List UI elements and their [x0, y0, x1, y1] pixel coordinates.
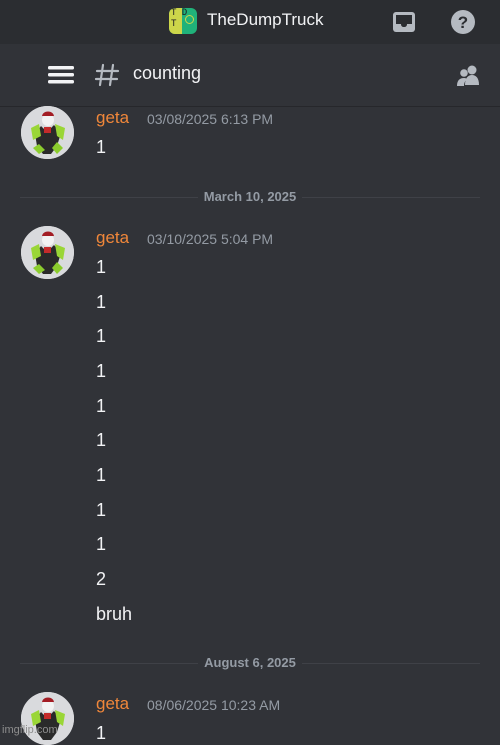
message-text: 1 — [96, 500, 107, 520]
watermark: imgflip.com — [2, 724, 58, 736]
avatar[interactable] — [21, 226, 74, 279]
message-text: 1 — [96, 430, 107, 450]
channel-hash-icon — [94, 62, 120, 92]
channel-header: counting — [0, 44, 500, 107]
server-icon[interactable]: T D T — [169, 8, 197, 34]
message-text: bruh — [96, 604, 133, 624]
hamburger-menu-icon[interactable] — [48, 65, 74, 89]
message-timestamp: 08/06/2025 10:23 AM — [147, 697, 281, 713]
message-text: 1 — [96, 361, 107, 381]
message-text: 1 — [96, 137, 107, 157]
svg-text:?: ? — [458, 13, 468, 32]
message-text: 1 — [96, 723, 107, 743]
message-text: 1 — [96, 534, 107, 554]
server-header: T D T TheDumpTruck ? — [0, 0, 500, 44]
date-divider-label: March 10, 2025 — [197, 189, 303, 204]
message-text: 1 — [96, 257, 107, 277]
message-timestamp: 03/10/2025 5:04 PM — [147, 231, 274, 247]
message-author[interactable]: geta — [96, 228, 129, 248]
message-text: 1 — [96, 292, 107, 312]
inbox-icon[interactable] — [392, 10, 416, 38]
help-icon[interactable]: ? — [450, 9, 476, 39]
date-divider-label: August 6, 2025 — [198, 655, 302, 670]
message-text: 2 — [96, 569, 107, 589]
avatar[interactable] — [21, 692, 74, 745]
avatar[interactable] — [21, 106, 74, 159]
message-text: 1 — [96, 326, 107, 346]
message-timestamp: 03/08/2025 6:13 PM — [147, 111, 274, 127]
message-text: 1 — [96, 465, 107, 485]
server-name[interactable]: TheDumpTruck — [207, 10, 324, 30]
message-text: 1 — [96, 396, 107, 416]
message-author[interactable]: geta — [96, 108, 129, 128]
message-author[interactable]: geta — [96, 694, 129, 714]
channel-name: counting — [133, 63, 202, 83]
members-icon[interactable] — [455, 63, 481, 93]
